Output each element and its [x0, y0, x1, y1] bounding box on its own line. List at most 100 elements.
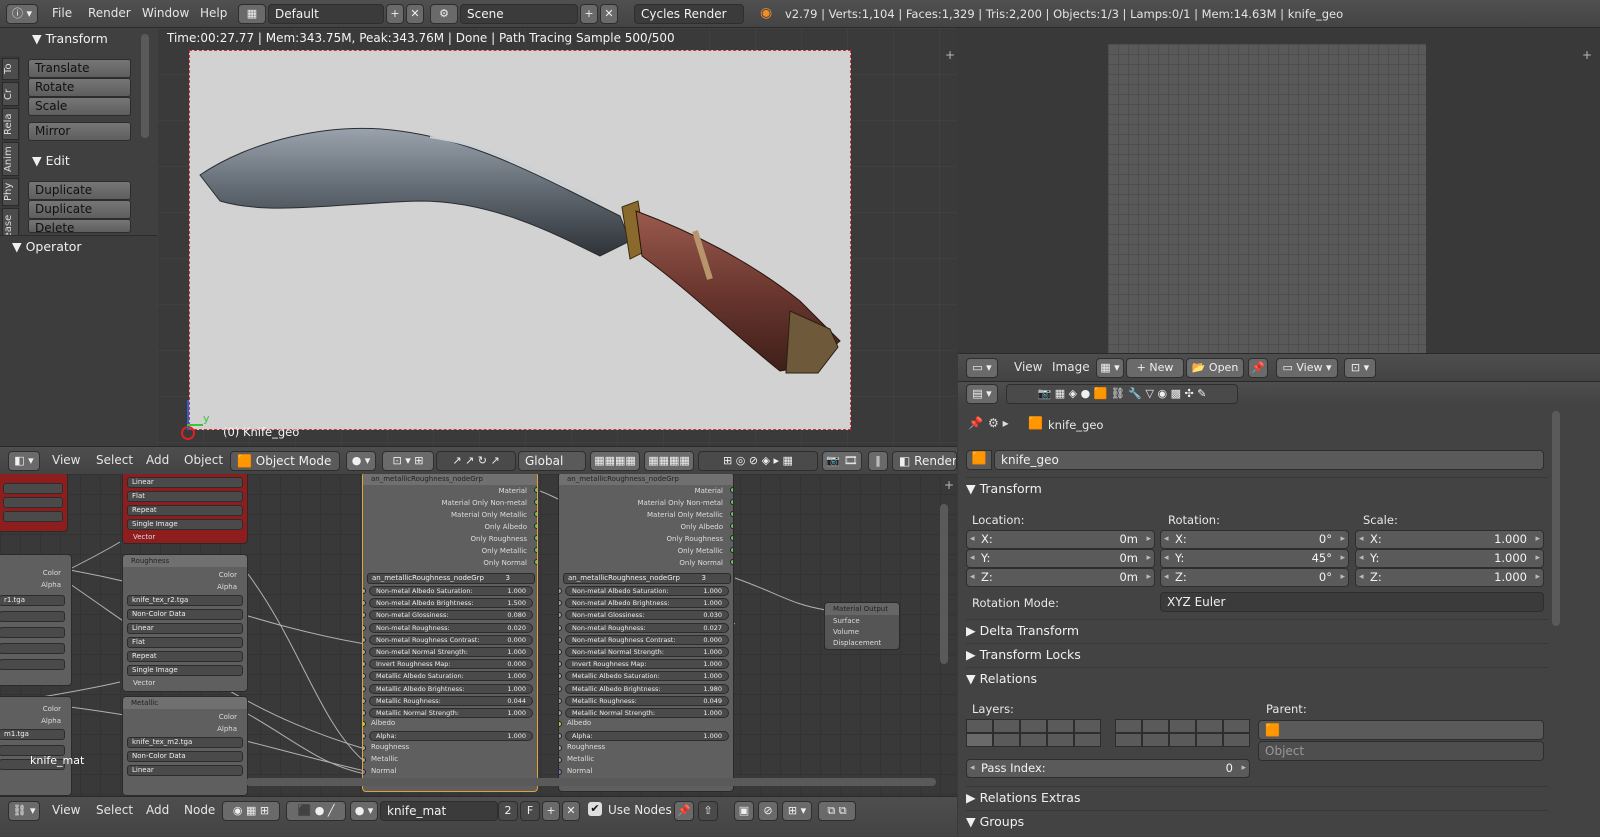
- parent-field[interactable]: 🟧: [1258, 720, 1544, 740]
- use-nodes-checkbox[interactable]: ✔: [588, 802, 602, 816]
- group-param-field[interactable]: Metallic Roughness: 0.049: [565, 695, 729, 706]
- opengl-render-buttons[interactable]: 📷 🎞: [822, 451, 862, 471]
- output-socket[interactable]: [730, 535, 733, 541]
- output-socket[interactable]: [730, 523, 733, 529]
- partial-red-node[interactable]: [0, 474, 68, 532]
- output-socket[interactable]: [534, 559, 537, 565]
- group-param-field[interactable]: Metallic Albedo Brightness: 1.980: [565, 683, 729, 694]
- rotation-y-field[interactable]: Y: 45°: [1160, 549, 1349, 568]
- input-socket[interactable]: [559, 769, 562, 775]
- group-param-field[interactable]: Non-metal Roughness: 0.027: [565, 622, 729, 633]
- input-socket[interactable]: [363, 661, 366, 668]
- 3d-viewport[interactable]: Time:00:27.77 | Mem:343.75M, Peak:343.76…: [157, 28, 957, 446]
- screen-layout-field[interactable]: Default: [268, 4, 384, 24]
- delete-button[interactable]: Delete: [28, 219, 131, 235]
- partial-dd-4[interactable]: [0, 611, 65, 622]
- manipulator-buttons[interactable]: ↗ ↗ ↻ ↗: [436, 451, 516, 471]
- add-layout-button[interactable]: +: [386, 4, 404, 24]
- input-socket[interactable]: [363, 612, 366, 619]
- layer-toggle[interactable]: [1115, 719, 1142, 733]
- layer-toggle[interactable]: [1196, 719, 1223, 733]
- input-socket[interactable]: [559, 733, 562, 739]
- node-group-selector[interactable]: an_metallicRoughness_nodeGrp 3: [563, 573, 731, 584]
- roughness-interp-select[interactable]: Linear: [127, 623, 243, 634]
- menu-window[interactable]: Window: [142, 6, 189, 20]
- open-image-button[interactable]: 📂 Open: [1186, 358, 1244, 378]
- input-socket[interactable]: [363, 588, 366, 594]
- image-menu-image[interactable]: Image: [1052, 360, 1090, 374]
- object-type-icon[interactable]: 🟧: [966, 450, 992, 470]
- output-socket[interactable]: [730, 499, 733, 505]
- duplicate-button[interactable]: Duplicate: [28, 181, 131, 200]
- image-pin-icon[interactable]: 📌: [1248, 358, 1268, 378]
- input-socket[interactable]: [559, 612, 562, 619]
- rotation-z-field[interactable]: Z: 0°: [1160, 568, 1349, 587]
- input-socket[interactable]: [363, 636, 366, 643]
- partial-dd-2[interactable]: [3, 497, 63, 508]
- rotation-mode-select[interactable]: XYZ Euler: [1160, 592, 1544, 612]
- relations-panel[interactable]: ▼ Relations: [966, 667, 1548, 689]
- input-socket[interactable]: [363, 649, 366, 655]
- image-browse-button[interactable]: ▦ ▾: [1096, 358, 1124, 378]
- layer-toggle[interactable]: [1142, 719, 1169, 733]
- input-socket[interactable]: [363, 624, 366, 631]
- group-param-field[interactable]: Invert Roughness Map: 0.000: [369, 659, 533, 670]
- delta-transform-panel[interactable]: ▶ Delta Transform: [966, 619, 1548, 641]
- uv-image-editor[interactable]: +: [958, 28, 1600, 354]
- metallic-image-field[interactable]: knife_tex_m2.tga: [127, 737, 243, 748]
- group-param-field[interactable]: Non-metal Glossiness: 0.080: [369, 610, 533, 621]
- output-socket[interactable]: [534, 499, 537, 505]
- menu-file[interactable]: File: [52, 6, 72, 20]
- properties-context-tabs[interactable]: 📷 ▦ ◈ ● 🟧 ⛓ 🔧 ▽ ◉ ▩ ✣ ✎: [1006, 384, 1238, 404]
- add-scene-button[interactable]: +: [580, 4, 598, 24]
- groups-panel[interactable]: ▼ Groups: [966, 810, 1548, 832]
- partial-dd-7[interactable]: [0, 659, 65, 670]
- input-socket[interactable]: [559, 673, 562, 680]
- red-proj-select[interactable]: Flat: [127, 491, 243, 502]
- object-name-field[interactable]: knife_geo: [994, 450, 1544, 470]
- relations-extras-panel[interactable]: ▶ Relations Extras: [966, 786, 1548, 808]
- group-param-field[interactable]: Metallic Albedo Saturation: 1.000: [565, 671, 729, 682]
- image-mode-select[interactable]: ▭ View ▾: [1276, 358, 1338, 378]
- group-param-field[interactable]: Non-metal Glossiness: 0.030: [565, 610, 729, 621]
- properties-editor-type-button[interactable]: ▤ ▾: [966, 384, 998, 404]
- group-param-field[interactable]: Metallic Normal Strength: 1.000: [369, 708, 533, 718]
- layer-toggle[interactable]: [1223, 719, 1250, 733]
- input-socket[interactable]: [363, 600, 366, 607]
- material-browse-button[interactable]: ● ▾: [350, 801, 378, 821]
- shader-context-buttons[interactable]: ⬛ ● ╱: [286, 801, 346, 821]
- output-socket[interactable]: [730, 559, 733, 565]
- roughness-proj-select[interactable]: Flat: [127, 637, 243, 648]
- image-editor-type-button[interactable]: ▭ ▾: [966, 358, 998, 378]
- snap-icon[interactable]: ⊞ ▾: [782, 801, 812, 821]
- fake-user-button[interactable]: F: [520, 801, 540, 821]
- pin-icon[interactable]: 📌: [674, 801, 694, 821]
- node-editor-type-button[interactable]: ⛓ ▾: [8, 801, 40, 821]
- edit-panel-toggle[interactable]: ▼ Edit: [32, 153, 70, 168]
- input-socket[interactable]: [363, 697, 366, 704]
- input-socket[interactable]: [559, 588, 562, 594]
- partial-dd-3[interactable]: [3, 511, 63, 522]
- input-socket[interactable]: [363, 733, 366, 739]
- layer-toggle[interactable]: [1020, 733, 1047, 747]
- metallic-roughness-group-node[interactable]: an_metallicRoughness_nodeGrp Material Mate…: [362, 474, 538, 792]
- partial-dd-5[interactable]: [0, 627, 65, 638]
- group-param-field[interactable]: Non-metal Normal Strength: 1.000: [565, 647, 729, 657]
- partial-dd-1[interactable]: [3, 483, 63, 494]
- material-output-node[interactable]: Material Output Surface Volume Displacem…: [824, 602, 900, 650]
- 3d-menu-view[interactable]: View: [52, 453, 80, 467]
- input-socket[interactable]: [363, 673, 366, 680]
- go-parent-icon[interactable]: ⇧: [698, 801, 718, 821]
- input-socket[interactable]: [363, 685, 366, 692]
- group-param-field[interactable]: Non-metal Roughness Contrast: 0.000: [369, 634, 533, 645]
- layer-toggle[interactable]: [1020, 719, 1047, 733]
- 3d-menu-select[interactable]: Select: [96, 453, 133, 467]
- copy-paste-icons[interactable]: ⧉ ⧉: [818, 801, 856, 821]
- roughness-texture-node[interactable]: Roughness Color Alpha knife_tex_r2.tga N…: [122, 554, 248, 692]
- layer-toggle[interactable]: [966, 719, 993, 733]
- transform-panel-header[interactable]: ▼ Transform: [966, 477, 1548, 499]
- node-group-selector[interactable]: an_metallicRoughness_nodeGrp 3: [367, 573, 535, 584]
- input-socket[interactable]: [559, 661, 562, 668]
- uv-plus-icon[interactable]: +: [1582, 48, 1592, 62]
- render-layer-field[interactable]: ◧ RenderL: [892, 451, 957, 471]
